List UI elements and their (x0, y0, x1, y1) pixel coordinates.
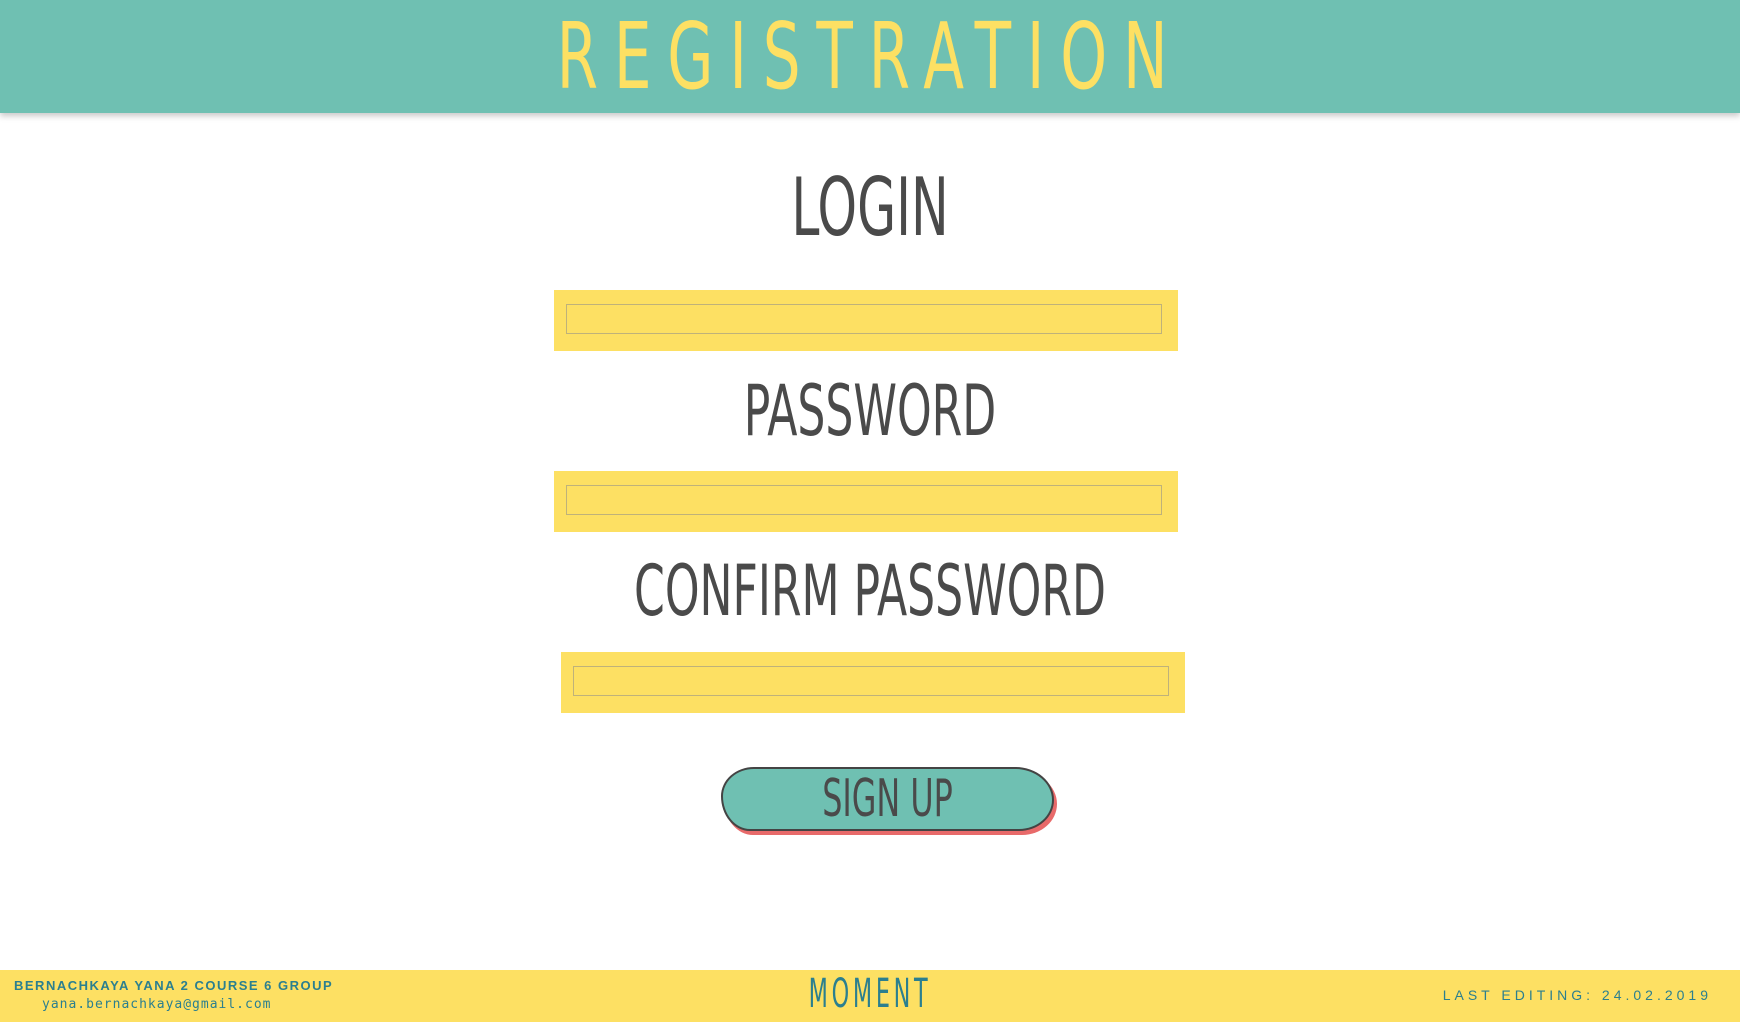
password-input[interactable] (566, 485, 1162, 515)
last-edit-date: LAST EDITING: 24.02.2019 (1442, 987, 1712, 1003)
password-label: PASSWORD (743, 370, 997, 452)
registration-page: REGISTRATION LOGIN PASSWORD CONFIRM PASS… (0, 0, 1740, 1022)
login-label: LOGIN (791, 161, 949, 254)
sign-up-label: SIGN UP (822, 769, 953, 829)
author-email: yana.bernachkaya@gmail.com (42, 997, 272, 1012)
brand-logo: MOMENT (808, 971, 932, 1017)
login-field-frame (554, 290, 1178, 351)
login-input[interactable] (566, 304, 1162, 334)
author-credit: BERNACHKAYA YANA 2 COURSE 6 GROUP (14, 978, 334, 993)
confirm-password-label: CONFIRM PASSWORD (634, 550, 1106, 632)
confirm-password-input[interactable] (573, 666, 1169, 696)
password-field-frame (554, 471, 1178, 532)
confirm-password-field-frame (561, 652, 1185, 713)
page-header: REGISTRATION (0, 0, 1740, 113)
page-footer: BERNACHKAYA YANA 2 COURSE 6 GROUP yana.b… (0, 970, 1740, 1022)
page-title: REGISTRATION (556, 3, 1184, 110)
sign-up-button[interactable]: SIGN UP (721, 767, 1054, 831)
